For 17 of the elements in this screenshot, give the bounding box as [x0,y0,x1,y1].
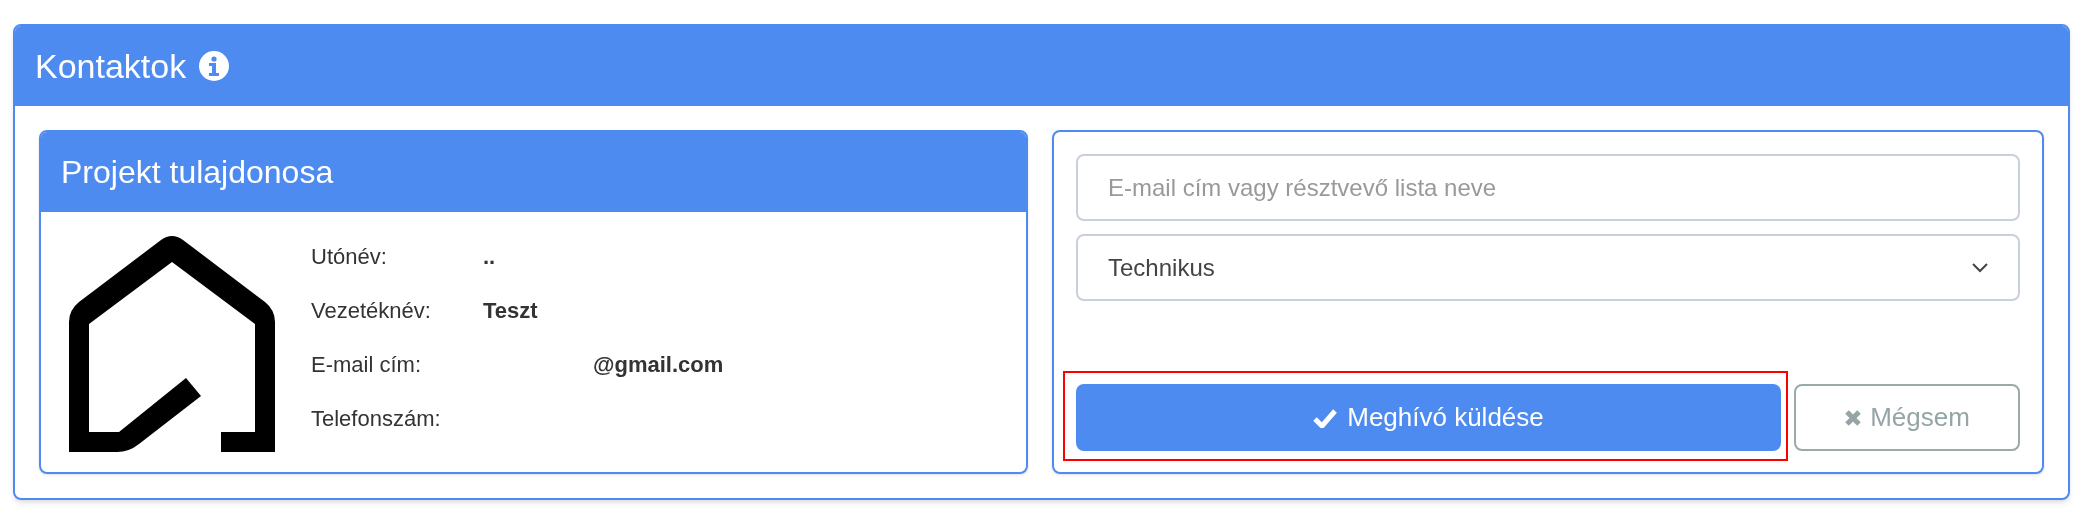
email-input-field[interactable]: E-mail cím vagy résztvevő lista neve [1076,154,2020,221]
panel-title: Kontaktok [35,45,187,87]
send-invite-button[interactable]: Meghívó küldése [1076,384,1781,451]
field-label: Telefonszám: [311,404,442,433]
field-label: E-mail cím: [311,350,422,379]
field-label: Utónév: [311,242,388,271]
chevron-down-icon [1972,262,1988,273]
field-value: @gmail.com [593,350,724,379]
field-label: Vezetéknév: [311,296,432,325]
role-select[interactable]: Technikus [1076,234,2020,301]
card-title: Projekt tulajdonosa [61,153,334,192]
field-value: .. [483,242,496,271]
cancel-button[interactable]: Mégsem [1794,384,2020,451]
close-icon [1844,408,1863,427]
info-icon[interactable] [198,50,231,82]
field-value: Teszt [483,296,538,325]
check-icon [1313,407,1338,428]
